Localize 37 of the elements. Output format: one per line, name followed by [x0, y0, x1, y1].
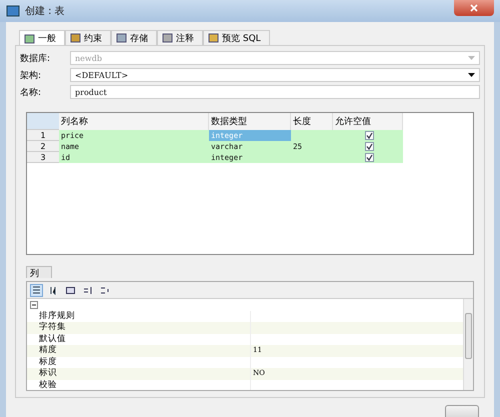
- tab[interactable]: 存储: [111, 30, 157, 45]
- close-icon: [470, 4, 478, 12]
- tab-icon: [162, 33, 173, 43]
- checkbox[interactable]: [364, 131, 374, 140]
- bottom-tab[interactable]: 列: [26, 266, 52, 278]
- scrollbar[interactable]: [463, 299, 473, 390]
- column-header[interactable]: 长度: [291, 113, 333, 130]
- field-label: 名称:: [20, 86, 42, 98]
- column-header[interactable]: 数据类型: [209, 113, 291, 130]
- dropdown-field[interactable]: <DEFAULT>: [70, 68, 480, 82]
- window-icon: [6, 5, 20, 17]
- categorized-icon[interactable]: [30, 284, 43, 296]
- collapse-toggle-icon[interactable]: [30, 301, 38, 309]
- tab-icon: [70, 33, 81, 43]
- tab-icon: [24, 34, 35, 44]
- property-name: 校验: [27, 380, 251, 390]
- field-label: 数据库:: [20, 52, 52, 64]
- close-button[interactable]: [454, 0, 494, 16]
- row-number[interactable]: 3: [27, 152, 59, 163]
- checkbox[interactable]: [364, 153, 374, 162]
- field-label: 架构:: [20, 70, 42, 82]
- checkbox[interactable]: [364, 142, 374, 151]
- button[interactable]: [445, 405, 479, 417]
- row-number[interactable]: 1: [27, 130, 59, 141]
- window-title: 创建 : 表: [25, 4, 65, 18]
- dropdown-arrow-icon: [468, 56, 475, 60]
- tab-icon: [116, 33, 127, 43]
- row-number[interactable]: 2: [27, 141, 59, 152]
- name-field[interactable]: product: [70, 85, 480, 99]
- tab[interactable]: 注释: [157, 30, 203, 45]
- tab[interactable]: 一般: [19, 30, 65, 46]
- dropdown-arrow-icon: [468, 73, 475, 77]
- column-header[interactable]: 允许空值: [333, 113, 403, 130]
- tab-icon: [208, 33, 219, 43]
- tab[interactable]: 约束: [65, 30, 111, 45]
- column-header[interactable]: 列名称: [59, 113, 209, 130]
- tab[interactable]: 预览 SQL: [203, 30, 270, 45]
